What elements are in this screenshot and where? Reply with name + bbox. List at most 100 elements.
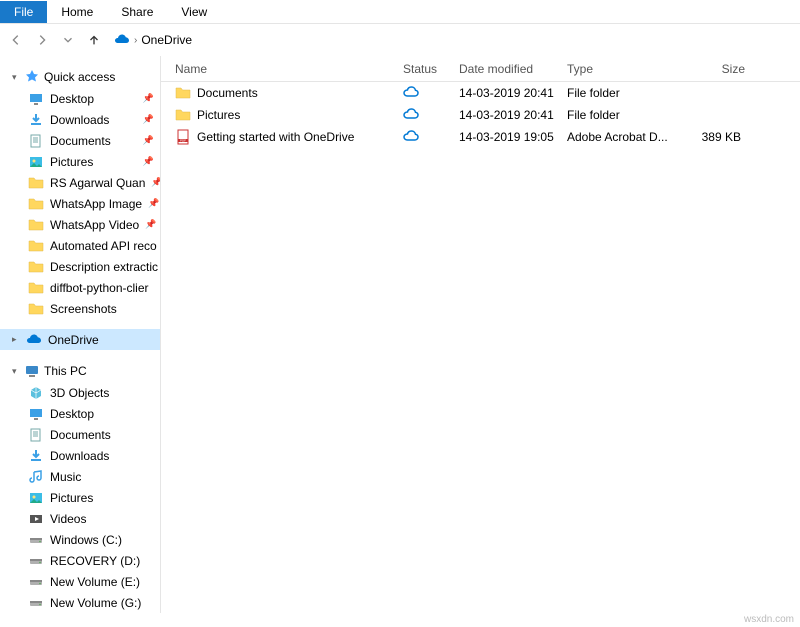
sidebar-item-pc[interactable]: New Volume (E:) (0, 571, 160, 592)
sidebar-item-label: Downloads (50, 113, 109, 127)
quick-access-label: Quick access (44, 70, 115, 84)
sidebar-item-label: New Volume (G:) (50, 596, 141, 610)
pc-icon (24, 363, 40, 379)
file-type: Adobe Acrobat D... (561, 130, 681, 144)
sidebar-item-label: Pictures (50, 155, 93, 169)
forward-button[interactable] (32, 30, 52, 50)
sidebar-item-pc[interactable]: RECOVERY (D:) (0, 550, 160, 571)
col-name[interactable]: Name (169, 62, 397, 76)
ribbon-tab-view[interactable]: View (167, 1, 221, 23)
pin-icon: 📌 (148, 198, 159, 209)
sidebar-item-label: Videos (50, 512, 86, 526)
sidebar-item-pc[interactable]: Music (0, 466, 160, 487)
sidebar-item-label: Description extractic (50, 260, 158, 274)
ribbon-tab-share[interactable]: Share (107, 1, 167, 23)
sidebar-item-pc[interactable]: Downloads (0, 445, 160, 466)
drive-icon (28, 553, 44, 569)
sidebar-item-label: Music (50, 470, 81, 484)
sidebar-item-label: Desktop (50, 92, 94, 106)
sidebar-item-quick[interactable]: Screenshots (0, 298, 160, 319)
drive-icon (28, 574, 44, 590)
sidebar-item-label: New Volume (E:) (50, 575, 140, 589)
col-type[interactable]: Type (561, 62, 681, 76)
ribbon-tab-file[interactable]: File (0, 1, 47, 23)
file-row[interactable]: Pictures 14-03-2019 20:41File folder (161, 104, 800, 126)
sidebar-thispc[interactable]: ▾ This PC (0, 360, 160, 382)
sidebar-item-label: WhatsApp Image (50, 197, 142, 211)
col-date[interactable]: Date modified (453, 62, 561, 76)
breadcrumb[interactable]: › OneDrive (110, 32, 192, 48)
drive-icon (28, 532, 44, 548)
sidebar-item-quick[interactable]: diffbot-python-clier (0, 277, 160, 298)
pin-icon: 📌 (143, 114, 154, 125)
sidebar-item-label: RS Agarwal Quan (50, 176, 145, 190)
folder-icon (175, 85, 191, 101)
sidebar-item-pc[interactable]: Desktop (0, 403, 160, 424)
sidebar-item-quick[interactable]: WhatsApp Video📌 (0, 214, 160, 235)
file-row[interactable]: PDFGetting started with OneDrive14-03-20… (161, 126, 800, 148)
pin-icon: 📌 (143, 93, 154, 104)
sidebar-item-pc[interactable]: Videos (0, 508, 160, 529)
file-name: Documents (197, 86, 258, 100)
chevron-icon: › (134, 35, 137, 46)
file-date: 14-03-2019 19:05 (453, 130, 561, 144)
sidebar-item-label: This PC (44, 364, 87, 378)
folder-icon (28, 175, 44, 191)
3d-icon (28, 385, 44, 401)
file-row[interactable]: Documents14-03-2019 20:41File folder (161, 82, 800, 104)
quick-access-header[interactable]: ▾ Quick access (0, 66, 160, 88)
sidebar-item-quick[interactable]: RS Agarwal Quan📌 (0, 172, 160, 193)
sidebar-item-quick[interactable]: Description extractic (0, 256, 160, 277)
file-date: 14-03-2019 20:41 (453, 108, 561, 122)
sidebar-onedrive[interactable]: ▸ OneDrive (0, 329, 160, 350)
sidebar-item-label: Desktop (50, 407, 94, 421)
sidebar-item-quick[interactable]: Pictures📌 (0, 151, 160, 172)
back-button[interactable] (6, 30, 26, 50)
sidebar-item-pc[interactable]: 3D Objects (0, 382, 160, 403)
pictures-icon (28, 154, 44, 170)
ribbon-tab-home[interactable]: Home (47, 1, 107, 23)
sidebar-item-pc[interactable]: Windows (C:) (0, 529, 160, 550)
desktop-icon (28, 406, 44, 422)
pin-icon: 📌 (145, 219, 156, 230)
sidebar-item-pc[interactable]: New Volume (G:) (0, 592, 160, 613)
svg-text:PDF: PDF (180, 139, 186, 143)
col-status[interactable]: Status (397, 62, 453, 76)
chevron-down-icon: ▾ (12, 72, 20, 83)
onedrive-icon (26, 332, 42, 348)
file-list-pane: Name Status Date modified Type Size Docu… (161, 56, 800, 613)
file-name: Pictures (197, 108, 240, 122)
up-button[interactable] (84, 30, 104, 50)
chevron-down-icon: ▾ (12, 366, 20, 377)
sidebar-item-label: Windows (C:) (50, 533, 122, 547)
drive-icon (28, 595, 44, 611)
file-date: 14-03-2019 20:41 (453, 86, 561, 100)
folder-icon (28, 259, 44, 275)
sidebar-item-label: diffbot-python-clier (50, 281, 149, 295)
sidebar-item-pc[interactable]: Documents (0, 424, 160, 445)
onedrive-icon (114, 32, 130, 48)
sidebar-item-label: 3D Objects (50, 386, 109, 400)
star-icon (24, 69, 40, 85)
folder-icon (28, 280, 44, 296)
file-type: File folder (561, 108, 681, 122)
desktop-icon (28, 91, 44, 107)
sidebar-item-quick[interactable]: Desktop 📌 (0, 88, 160, 109)
watermark: wsxdn.com (744, 614, 794, 625)
nav-bar: › OneDrive (0, 24, 800, 56)
sidebar-item-quick[interactable]: WhatsApp Image 📌 (0, 193, 160, 214)
folder-icon (175, 107, 191, 123)
breadcrumb-current[interactable]: OneDrive (141, 33, 192, 47)
sidebar-item-quick[interactable]: Downloads 📌 (0, 109, 160, 130)
videos-icon (28, 511, 44, 527)
folder-icon (28, 238, 44, 254)
sidebar-item-quick[interactable]: Automated API reco (0, 235, 160, 256)
col-size[interactable]: Size (681, 62, 751, 76)
sidebar-item-pc[interactable]: Pictures (0, 487, 160, 508)
recent-dropdown[interactable] (58, 30, 78, 50)
ribbon: File Home Share View (0, 0, 800, 24)
main-area: ▾ Quick access Desktop 📌 Downloads 📌 Documen… (0, 56, 800, 613)
sidebar-item-quick[interactable]: Documents📌 (0, 130, 160, 151)
cloud-status-icon (403, 106, 419, 122)
cloud-status-icon (403, 84, 419, 100)
